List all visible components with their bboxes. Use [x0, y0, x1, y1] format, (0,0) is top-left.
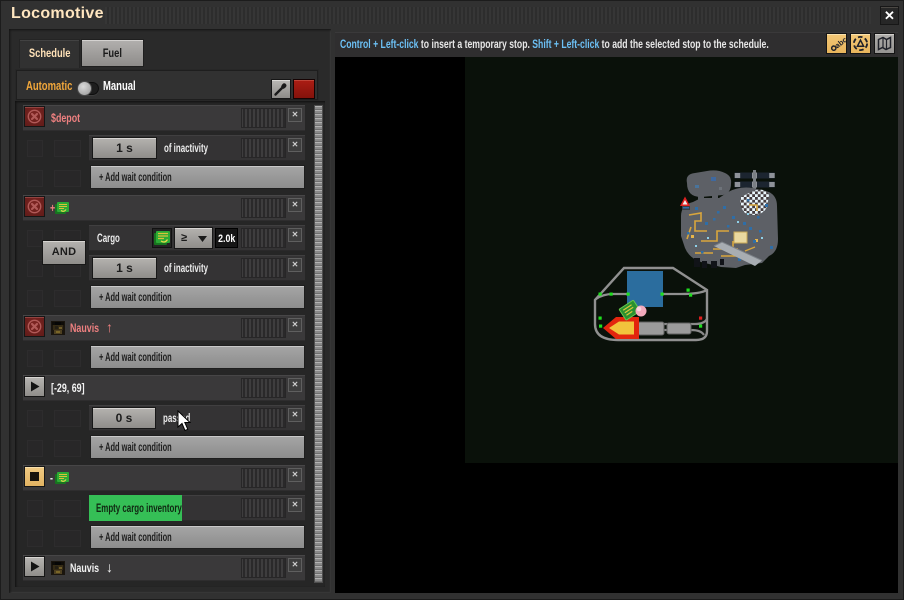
svg-text:abc: abc	[833, 35, 846, 50]
